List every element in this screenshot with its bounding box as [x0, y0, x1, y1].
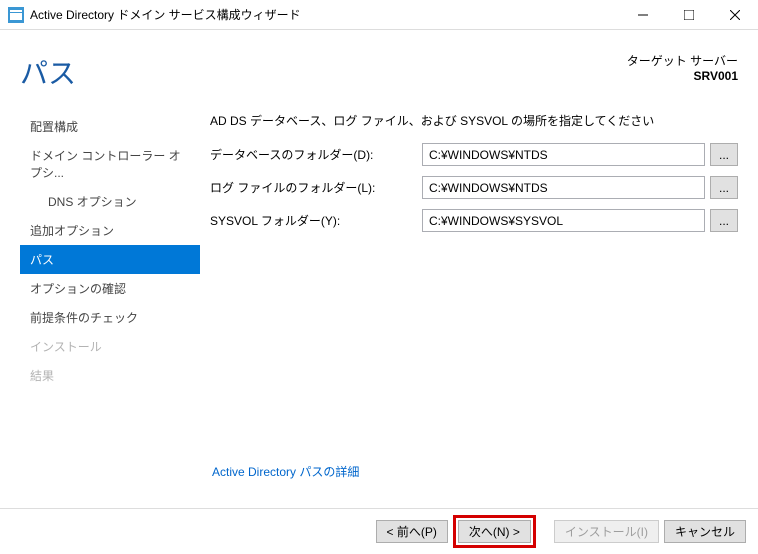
sidebar-item-review-options[interactable]: オプションの確認	[20, 274, 200, 303]
button-row: < 前へ(P) 次へ(N) > インストール(I) キャンセル	[0, 508, 758, 554]
page-title: パス	[20, 52, 76, 92]
wizard-body: パス ターゲット サーバー SRV001 配置構成 ドメイン コントローラー オ…	[0, 30, 758, 554]
sidebar-item-dc-options[interactable]: ドメイン コントローラー オプシ...	[20, 141, 200, 187]
target-server-label: ターゲット サーバー	[627, 52, 738, 69]
sidebar-item-paths[interactable]: パス	[20, 245, 200, 274]
next-button-highlight: 次へ(N) >	[453, 515, 536, 548]
sidebar-item-results: 結果	[20, 361, 200, 390]
minimize-button[interactable]	[620, 1, 666, 29]
nav-sidebar: 配置構成 ドメイン コントローラー オプシ... DNS オプション 追加オプシ…	[20, 112, 200, 508]
sidebar-item-dns-options[interactable]: DNS オプション	[20, 187, 200, 216]
next-button[interactable]: 次へ(N) >	[458, 520, 531, 543]
maximize-button[interactable]	[666, 1, 712, 29]
sidebar-item-additional-options[interactable]: 追加オプション	[20, 216, 200, 245]
browse-database-button[interactable]: ...	[710, 143, 738, 166]
content-area: 配置構成 ドメイン コントローラー オプシ... DNS オプション 追加オプシ…	[0, 102, 758, 508]
row-logfile-folder: ログ ファイルのフォルダー(L): ...	[210, 176, 738, 199]
label-logfile-folder: ログ ファイルのフォルダー(L):	[210, 179, 422, 196]
cancel-button[interactable]: キャンセル	[664, 520, 746, 543]
browse-sysvol-button[interactable]: ...	[710, 209, 738, 232]
sidebar-item-prereq-check[interactable]: 前提条件のチェック	[20, 303, 200, 332]
close-button[interactable]	[712, 1, 758, 29]
input-sysvol-folder[interactable]	[422, 209, 705, 232]
install-button: インストール(I)	[554, 520, 659, 543]
input-logfile-folder[interactable]	[422, 176, 705, 199]
window-icon	[8, 7, 24, 23]
details-link[interactable]: Active Directory パスの詳細	[212, 463, 359, 480]
sidebar-item-deployment-config[interactable]: 配置構成	[20, 112, 200, 141]
row-database-folder: データベースのフォルダー(D): ...	[210, 143, 738, 166]
target-server-info: ターゲット サーバー SRV001	[627, 52, 738, 92]
window-title: Active Directory ドメイン サービス構成ウィザード	[30, 6, 620, 23]
label-database-folder: データベースのフォルダー(D):	[210, 146, 422, 163]
header-area: パス ターゲット サーバー SRV001	[0, 30, 758, 102]
input-database-folder[interactable]	[422, 143, 705, 166]
titlebar: Active Directory ドメイン サービス構成ウィザード	[0, 0, 758, 30]
main-panel: AD DS データベース、ログ ファイル、および SYSVOL の場所を指定して…	[210, 112, 738, 508]
sidebar-item-install: インストール	[20, 332, 200, 361]
target-server-name: SRV001	[627, 69, 738, 83]
label-sysvol-folder: SYSVOL フォルダー(Y):	[210, 212, 422, 229]
row-sysvol-folder: SYSVOL フォルダー(Y): ...	[210, 209, 738, 232]
browse-logfile-button[interactable]: ...	[710, 176, 738, 199]
instruction-text: AD DS データベース、ログ ファイル、および SYSVOL の場所を指定して…	[210, 112, 738, 129]
previous-button[interactable]: < 前へ(P)	[376, 520, 448, 543]
